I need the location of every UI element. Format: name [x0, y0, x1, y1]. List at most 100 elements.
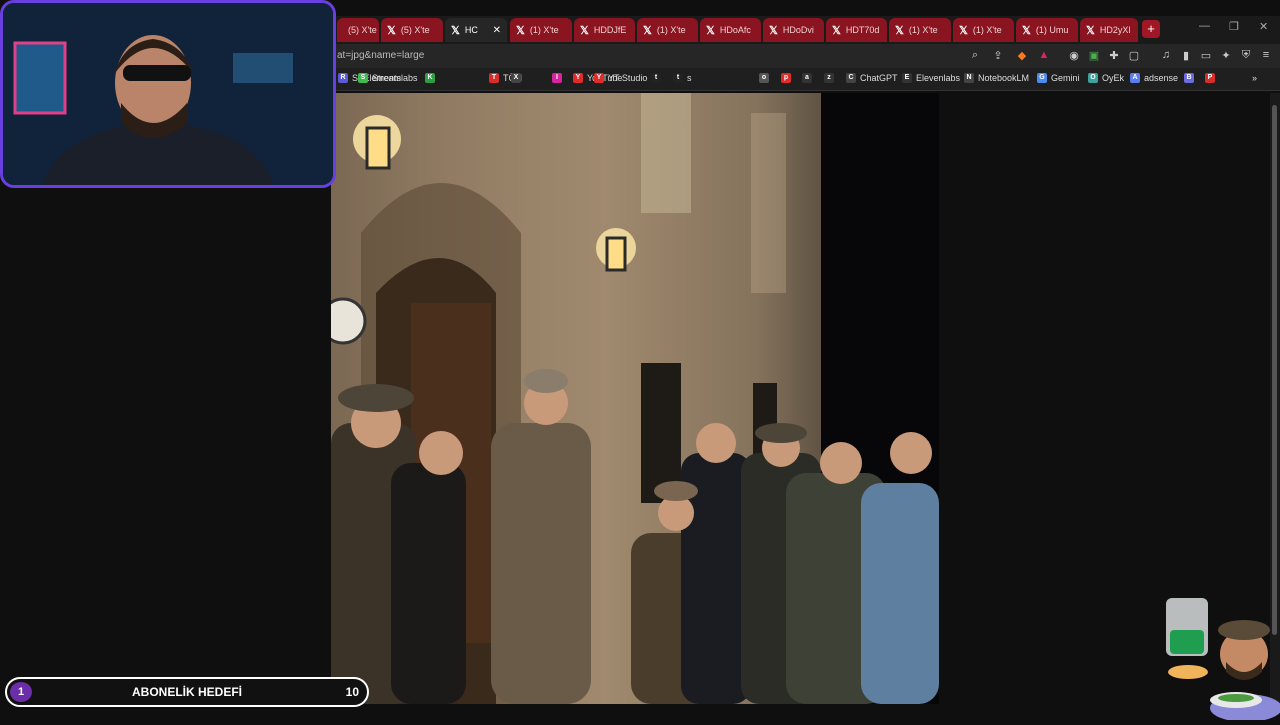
tab-label: (1) X'te: [529, 25, 559, 35]
bookmark-item[interactable]: C ChatGPT: [846, 73, 898, 83]
tab-5[interactable]: 𝕏 (1) X'te: [637, 18, 698, 42]
tab-1[interactable]: 𝕏 (5) X'te: [381, 18, 443, 42]
bookmark-favicon-icon: o: [759, 73, 769, 83]
tab-label: (1) Umu: [1035, 25, 1069, 35]
tab-label: (1) X'te: [656, 25, 686, 35]
tab-4[interactable]: 𝕏 HDDJfE: [574, 18, 635, 42]
bookmark-favicon-icon: O: [1088, 73, 1098, 83]
bookmark-label: OyEk: [1102, 73, 1125, 83]
bookmark-item[interactable]: z: [824, 73, 838, 83]
bookmark-item[interactable]: I: [552, 73, 566, 83]
tab-label: (5) X'te: [348, 25, 377, 35]
media-icon[interactable]: ♫: [1159, 49, 1173, 61]
goal-target-count: 10: [345, 685, 359, 699]
goal-title: ABONELİK HEDEFİ: [131, 685, 242, 699]
bookmark-item[interactable]: Aadsense: [1130, 73, 1178, 83]
bookmark-item[interactable]: Y YT Studio: [594, 73, 647, 83]
close-tab-icon[interactable]: ✕: [493, 25, 501, 36]
tab-8[interactable]: 𝕏 HDT70d: [826, 18, 887, 42]
bookmark-label: ChatGPT: [860, 73, 898, 83]
bookmark-favicon-icon: Y: [573, 73, 583, 83]
bookmark-item[interactable]: N NotebookLM: [964, 73, 1029, 83]
maximize-icon[interactable]: ❐: [1229, 20, 1239, 33]
x-logo-icon: 𝕏: [895, 24, 904, 37]
avatar-illustration: [1166, 598, 1280, 722]
bookmark-item[interactable]: K: [425, 73, 439, 83]
bookmark-favicon-icon: a: [802, 73, 812, 83]
more-bookmarks-icon[interactable]: »: [1252, 73, 1257, 83]
cartoon-avatar-overlay: [1166, 596, 1280, 722]
menu-icon[interactable]: ≡: [1259, 49, 1273, 61]
tab-12[interactable]: 𝕏 HD2yXl: [1080, 18, 1138, 42]
tab-label: (5) X'te: [400, 25, 430, 35]
bookmark-favicon-icon: A: [1130, 73, 1140, 83]
vpn-icon[interactable]: ⛨: [1239, 49, 1253, 62]
bookmark-item[interactable]: O OyEk: [1088, 73, 1124, 83]
x-logo-icon: 𝕏: [1086, 24, 1095, 37]
scrollbar-thumb[interactable]: [1272, 105, 1277, 635]
bookmark-favicon-icon: p: [781, 73, 791, 83]
bookmark-item[interactable]: p: [781, 73, 795, 83]
new-tab-button[interactable]: +: [1142, 20, 1160, 38]
share-icon[interactable]: ⇪: [991, 49, 1005, 62]
bookmark-favicon-icon: N: [964, 73, 974, 83]
bookmark-favicon-icon: Y: [594, 73, 604, 83]
url-text[interactable]: at=jpg&name=large: [337, 50, 424, 61]
sidebar-icon[interactable]: ▮: [1179, 49, 1193, 62]
zoom-icon[interactable]: ⌕: [968, 49, 982, 62]
extension-glasses-icon[interactable]: ◉: [1067, 49, 1081, 62]
tab-6[interactable]: 𝕏 HDoAfc: [700, 18, 761, 42]
image-viewer[interactable]: [331, 93, 939, 704]
bookmark-favicon-icon: I: [552, 73, 562, 83]
bookmark-item[interactable]: a: [802, 73, 816, 83]
bookmark-favicon-icon: C: [846, 73, 856, 83]
bookmark-favicon-icon: t: [651, 73, 661, 83]
bookmark-favicon-icon: R: [338, 73, 348, 83]
extension-green-icon[interactable]: ▣: [1087, 49, 1101, 62]
bookmark-label: NotebookLM: [978, 73, 1030, 83]
extensions-puzzle-icon[interactable]: ✚: [1107, 49, 1121, 62]
bookmark-item[interactable]: X: [511, 73, 525, 83]
wallet-icon[interactable]: ▭: [1199, 49, 1213, 62]
bookmark-label: s: [687, 73, 692, 83]
bookmark-item[interactable]: E Elevenlabs: [902, 73, 960, 83]
bookmark-favicon-icon: S: [358, 73, 368, 83]
bookmark-item[interactable]: ts: [673, 73, 692, 83]
x-logo-icon: 𝕏: [706, 24, 715, 37]
bookmark-item[interactable]: G Gemini: [1037, 73, 1080, 83]
bookmark-item[interactable]: S Streamlabs: [358, 73, 418, 83]
x-logo-icon: 𝕏: [959, 24, 968, 37]
tab-2[interactable]: 𝕏 HC ✕: [445, 18, 507, 42]
tab-0[interactable]: (5) X'te: [337, 18, 379, 42]
photo-men-at-mosque: [331, 93, 939, 704]
brave-shield-icon[interactable]: ◆: [1015, 49, 1029, 62]
x-logo-icon: 𝕏: [769, 24, 778, 37]
bookmark-item[interactable]: o: [759, 73, 773, 83]
bookmark-favicon-icon: G: [1037, 73, 1047, 83]
screenshot-icon[interactable]: ▢: [1127, 49, 1141, 62]
rewards-icon[interactable]: ▲: [1037, 49, 1051, 61]
tab-label: (1) X'te: [972, 25, 1002, 35]
tab-9[interactable]: 𝕏 (1) X'te: [889, 18, 951, 42]
bookmark-item[interactable]: B: [1184, 73, 1198, 83]
tab-label: (1) X'te: [908, 25, 938, 35]
leo-ai-icon[interactable]: ✦: [1219, 49, 1233, 62]
bookmark-favicon-icon: K: [425, 73, 435, 83]
bookmark-favicon-icon: T: [489, 73, 499, 83]
webcam-overlay: [0, 0, 336, 188]
x-logo-icon: 𝕏: [451, 24, 460, 37]
bookmark-item[interactable]: t: [651, 73, 665, 83]
x-logo-icon: 𝕏: [387, 24, 396, 37]
tab-label: HDDJfE: [593, 25, 627, 35]
bookmark-item[interactable]: P: [1205, 73, 1219, 83]
tab-11[interactable]: 𝕏 (1) Umu: [1016, 18, 1078, 42]
tab-7[interactable]: 𝕏 HDoDvi: [763, 18, 824, 42]
tab-3[interactable]: 𝕏 (1) X'te: [510, 18, 572, 42]
bookmark-favicon-icon: B: [1184, 73, 1194, 83]
close-window-icon[interactable]: ✕: [1259, 20, 1268, 33]
bookmark-label: Gemini: [1051, 73, 1080, 83]
tab-10[interactable]: 𝕏 (1) X'te: [953, 18, 1014, 42]
tab-label: HD2yXl: [1099, 25, 1131, 35]
minimize-icon[interactable]: —: [1199, 20, 1210, 32]
tab-label: HDoAfc: [719, 25, 751, 35]
